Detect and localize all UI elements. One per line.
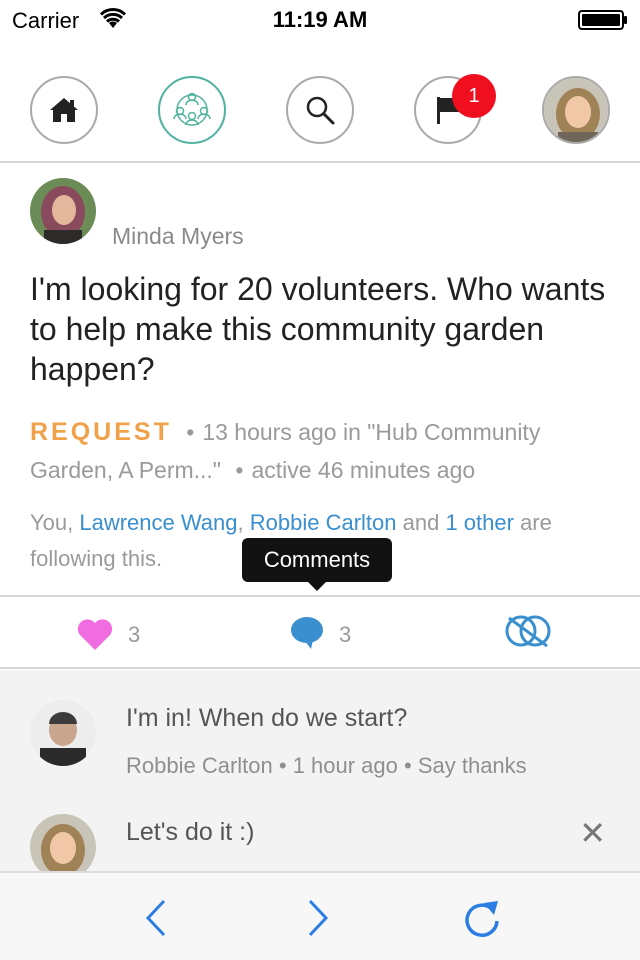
comments-list: I'm in! When do we start? Robbie Carlton… xyxy=(0,670,640,871)
post-meta: REQUEST • 13 hours ago in "Hub Community … xyxy=(30,413,620,489)
delete-comment-button[interactable]: ✕ xyxy=(579,814,606,852)
comment-icon[interactable] xyxy=(289,616,325,650)
top-nav: 1 xyxy=(0,40,640,163)
author-avatar[interactable] xyxy=(30,178,96,244)
clock: 11:19 AM xyxy=(272,7,368,32)
profile-avatar-image xyxy=(544,78,608,142)
status-bar: Carrier 11:19 AM xyxy=(0,0,640,40)
comment-time: 1 hour ago xyxy=(292,753,398,778)
post-activity: active 46 minutes ago xyxy=(251,457,476,483)
say-thanks-link[interactable]: Say thanks xyxy=(418,753,527,778)
follower-link-others[interactable]: 1 other xyxy=(445,510,514,535)
browser-toolbar xyxy=(0,871,640,960)
home-button[interactable] xyxy=(30,76,98,144)
notification-badge: 1 xyxy=(452,74,496,118)
comment-author[interactable]: Robbie Carlton xyxy=(126,753,273,778)
follower-link-lawrence[interactable]: Lawrence Wang xyxy=(79,510,237,535)
heart-icon[interactable] xyxy=(76,616,114,652)
commenter-avatar-image xyxy=(30,814,96,871)
comment-text: Let's do it :) xyxy=(126,818,255,846)
post-card: Minda Myers I'm looking for 20 volunteer… xyxy=(0,165,640,597)
comment-text: I'm in! When do we start? xyxy=(126,704,408,732)
followers-prefix: You, xyxy=(30,510,80,535)
comment-meta: Robbie Carlton • 1 hour ago • Say thanks xyxy=(126,753,527,778)
home-icon xyxy=(50,98,78,122)
followers-and: and xyxy=(396,510,446,535)
battery-icon xyxy=(578,10,627,30)
comments-tooltip: Comments xyxy=(242,538,392,582)
community-icon xyxy=(173,92,211,126)
separator-dot: • xyxy=(186,419,195,445)
followers-separator: , xyxy=(237,510,250,535)
commenter-avatar[interactable] xyxy=(30,814,96,871)
commenter-avatar-image xyxy=(30,700,96,766)
forward-icon[interactable] xyxy=(298,897,338,939)
author-avatar-image xyxy=(30,178,96,244)
separator-dot: • xyxy=(235,457,244,483)
post-actions: 3 3 xyxy=(0,598,640,669)
author-name[interactable]: Minda Myers xyxy=(112,223,244,250)
search-button[interactable] xyxy=(286,76,354,144)
search-icon xyxy=(306,96,335,125)
post-text: I'm looking for 20 volunteers. Who wants… xyxy=(30,271,606,387)
tooltip-arrow xyxy=(307,581,327,591)
like-count: 3 xyxy=(128,622,141,647)
comment-count: 3 xyxy=(339,622,352,647)
refresh-icon[interactable] xyxy=(462,897,502,939)
post-type-label: REQUEST xyxy=(30,418,172,446)
commenter-avatar[interactable] xyxy=(30,700,96,766)
follow-icon[interactable] xyxy=(503,612,553,650)
profile-avatar[interactable] xyxy=(542,76,610,144)
back-icon[interactable] xyxy=(136,897,176,939)
follower-link-robbie[interactable]: Robbie Carlton xyxy=(250,510,397,535)
community-button[interactable] xyxy=(158,76,226,144)
